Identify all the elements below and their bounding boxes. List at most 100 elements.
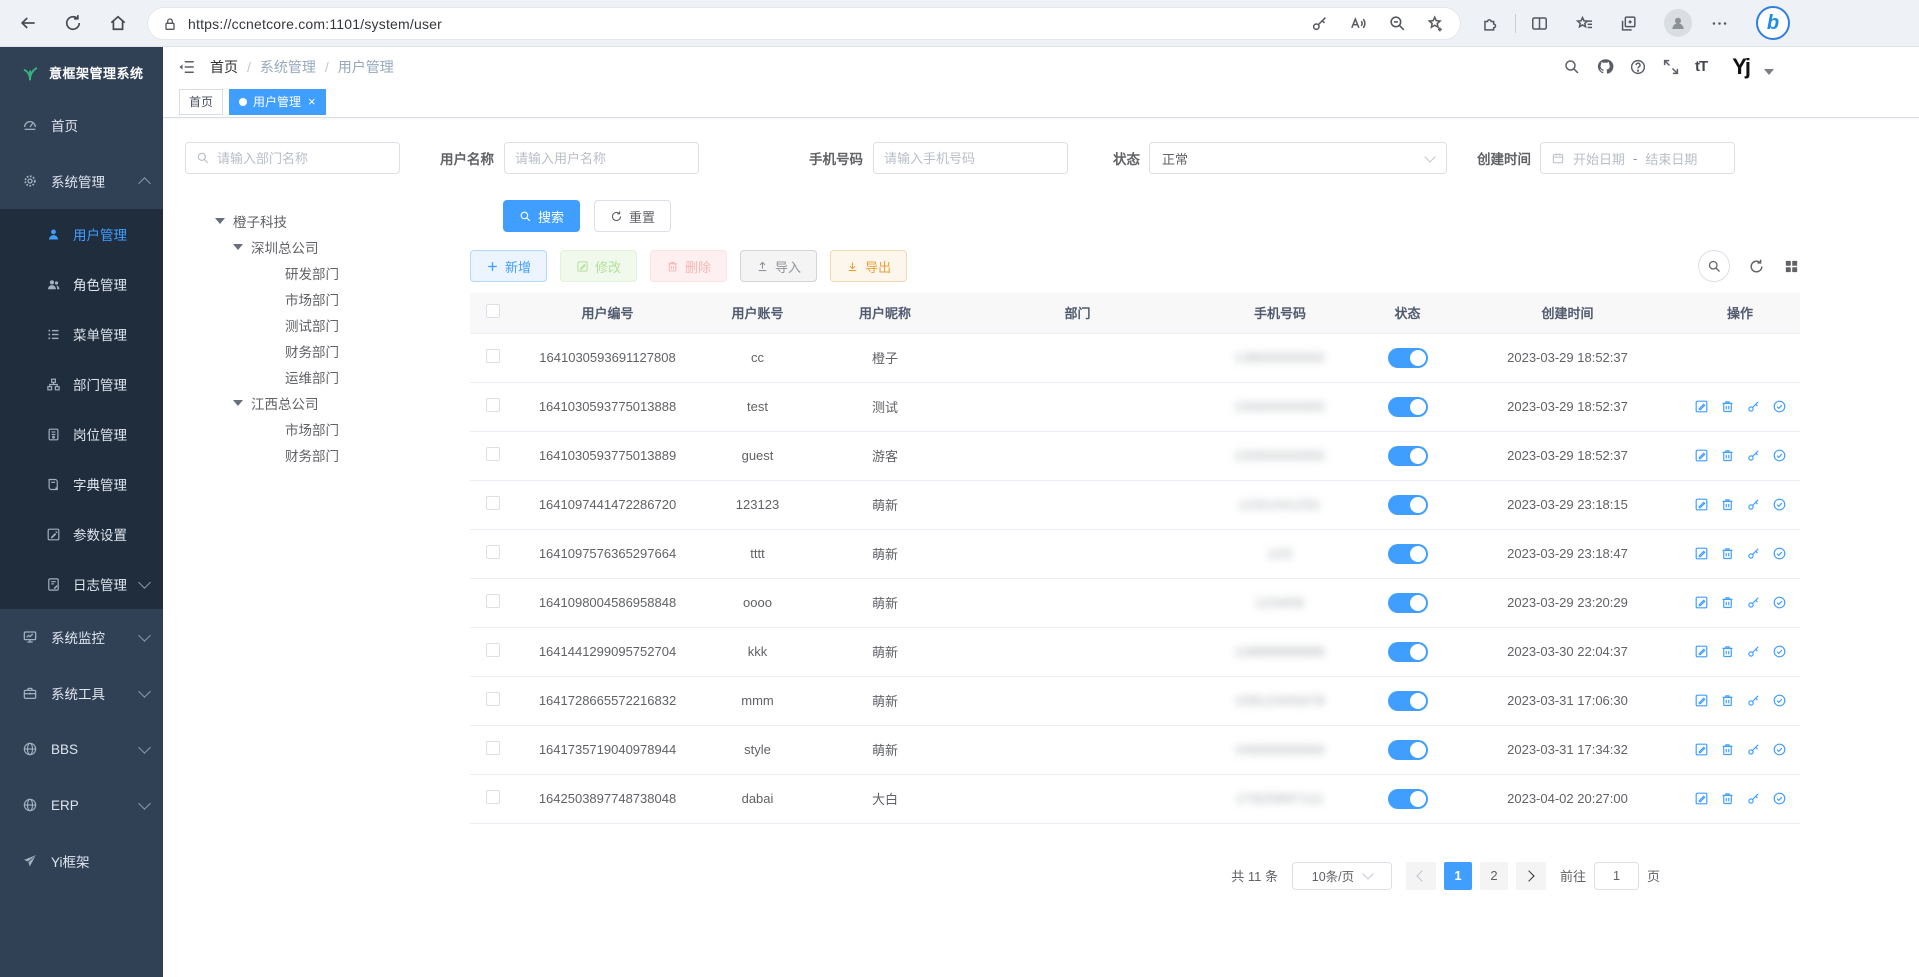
assign-role-icon[interactable] — [1772, 595, 1787, 610]
delete-user-icon[interactable] — [1720, 448, 1735, 463]
reset-password-icon[interactable] — [1746, 399, 1761, 414]
edit-user-icon[interactable] — [1694, 742, 1709, 757]
tree-node[interactable]: 财务部门 — [185, 442, 425, 468]
sidebar-item-user-management[interactable]: 用户管理 — [0, 209, 163, 259]
edit-user-icon[interactable] — [1694, 448, 1709, 463]
tag-user-management[interactable]: 用户管理 × — [229, 89, 326, 115]
tag-home[interactable]: 首页 — [179, 89, 223, 115]
delete-user-icon[interactable] — [1720, 497, 1735, 512]
delete-user-icon[interactable] — [1720, 595, 1735, 610]
reset-button[interactable]: 重置 — [594, 200, 671, 232]
delete-user-icon[interactable] — [1720, 693, 1735, 708]
row-checkbox[interactable] — [486, 692, 500, 706]
sidebar-item-bbs[interactable]: BBS — [0, 721, 163, 777]
read-aloud-icon[interactable] — [1349, 14, 1368, 33]
row-checkbox[interactable] — [486, 398, 500, 412]
sidebar-item-system-tools[interactable]: 系统工具 — [0, 665, 163, 721]
status-toggle[interactable] — [1388, 789, 1428, 809]
app-logo[interactable]: 意框架管理系统 — [0, 47, 163, 97]
reset-password-icon[interactable] — [1746, 448, 1761, 463]
user-avatar-logo[interactable]: Yj — [1732, 54, 1749, 80]
row-checkbox[interactable] — [486, 790, 500, 804]
reset-password-icon[interactable] — [1746, 497, 1761, 512]
sidebar-item-system-monitor[interactable]: 系统监控 — [0, 609, 163, 665]
tree-node[interactable]: 市场部门 — [185, 416, 425, 442]
row-checkbox[interactable] — [486, 447, 500, 461]
edit-user-icon[interactable] — [1694, 546, 1709, 561]
assign-role-icon[interactable] — [1772, 546, 1787, 561]
close-tag-icon[interactable]: × — [308, 95, 316, 108]
font-size-icon[interactable]: tT — [1695, 58, 1707, 75]
avatar-caret-down-icon[interactable] — [1764, 69, 1774, 75]
bing-copilot-icon[interactable]: b — [1756, 6, 1790, 40]
sidebar-item-system-management[interactable]: 系统管理 — [0, 153, 163, 209]
edit-user-icon[interactable] — [1694, 497, 1709, 512]
status-toggle[interactable] — [1388, 397, 1428, 417]
password-key-icon[interactable] — [1310, 14, 1329, 33]
reset-password-icon[interactable] — [1746, 742, 1761, 757]
delete-user-icon[interactable] — [1720, 791, 1735, 806]
address-bar[interactable]: https://ccnetcore.com:1101/system/user — [147, 7, 1461, 40]
collections-icon[interactable] — [1619, 14, 1638, 33]
assign-role-icon[interactable] — [1772, 644, 1787, 659]
phone-input[interactable] — [884, 151, 1060, 166]
breadcrumb-home[interactable]: 首页 — [210, 57, 238, 77]
help-icon[interactable] — [1629, 58, 1647, 76]
reset-password-icon[interactable] — [1746, 693, 1761, 708]
sidebar-item-menu-management[interactable]: 菜单管理 — [0, 309, 163, 359]
assign-role-icon[interactable] — [1772, 497, 1787, 512]
status-toggle[interactable] — [1388, 495, 1428, 515]
status-toggle[interactable] — [1388, 446, 1428, 466]
status-toggle[interactable] — [1388, 348, 1428, 368]
import-button[interactable]: 导入 — [740, 250, 817, 282]
tree-node[interactable]: 财务部门 — [185, 338, 425, 364]
assign-role-icon[interactable] — [1772, 742, 1787, 757]
status-toggle[interactable] — [1388, 642, 1428, 662]
row-checkbox[interactable] — [486, 741, 500, 755]
toggle-search-button[interactable] — [1698, 250, 1730, 282]
column-settings-icon[interactable] — [1783, 258, 1800, 275]
header-search-icon[interactable] — [1563, 58, 1581, 76]
status-toggle[interactable] — [1388, 544, 1428, 564]
page-number-2[interactable]: 2 — [1480, 862, 1508, 890]
date-range-picker[interactable]: 开始日期 - 结束日期 — [1540, 142, 1735, 174]
next-page-button[interactable] — [1516, 862, 1546, 890]
reset-password-icon[interactable] — [1746, 595, 1761, 610]
add-favorite-icon[interactable] — [1426, 14, 1445, 33]
tree-node[interactable]: 橙子科技 — [185, 208, 425, 234]
delete-button[interactable]: 删除 — [650, 250, 727, 282]
sidebar-item-department-management[interactable]: 部门管理 — [0, 359, 163, 409]
export-button[interactable]: 导出 — [830, 250, 907, 282]
status-toggle[interactable] — [1388, 691, 1428, 711]
sidebar-fold-icon[interactable] — [178, 58, 196, 76]
tree-node[interactable]: 江西总公司 — [185, 390, 425, 416]
edit-user-icon[interactable] — [1694, 791, 1709, 806]
tree-node[interactable]: 测试部门 — [185, 312, 425, 338]
reset-password-icon[interactable] — [1746, 546, 1761, 561]
page-number-1[interactable]: 1 — [1444, 862, 1472, 890]
url-text[interactable]: https://ccnetcore.com:1101/system/user — [188, 16, 442, 32]
edit-user-icon[interactable] — [1694, 644, 1709, 659]
sidebar-item-home[interactable]: 首页 — [0, 97, 163, 153]
assign-role-icon[interactable] — [1772, 399, 1787, 414]
status-toggle[interactable] — [1388, 740, 1428, 760]
refresh-table-icon[interactable] — [1748, 258, 1765, 275]
sidebar-item-log-management[interactable]: 日志管理 — [0, 559, 163, 609]
tree-node[interactable]: 市场部门 — [185, 286, 425, 312]
goto-page-input[interactable] — [1594, 862, 1639, 890]
status-select[interactable]: 正常 — [1149, 142, 1447, 174]
split-screen-icon[interactable] — [1530, 14, 1549, 33]
reset-password-icon[interactable] — [1746, 644, 1761, 659]
browser-back-icon[interactable] — [18, 13, 38, 33]
edit-user-icon[interactable] — [1694, 399, 1709, 414]
assign-role-icon[interactable] — [1772, 448, 1787, 463]
zoom-out-icon[interactable] — [1388, 14, 1407, 33]
tree-expand-caret-icon[interactable] — [233, 244, 243, 250]
tree-expand-caret-icon[interactable] — [233, 400, 243, 406]
browser-menu-icon[interactable] — [1710, 14, 1729, 33]
username-input[interactable] — [515, 151, 691, 166]
edit-button[interactable]: 修改 — [560, 250, 637, 282]
row-checkbox[interactable] — [486, 594, 500, 608]
sidebar-item-post-management[interactable]: 岗位管理 — [0, 409, 163, 459]
sidebar-item-dict-management[interactable]: 字典管理 — [0, 459, 163, 509]
